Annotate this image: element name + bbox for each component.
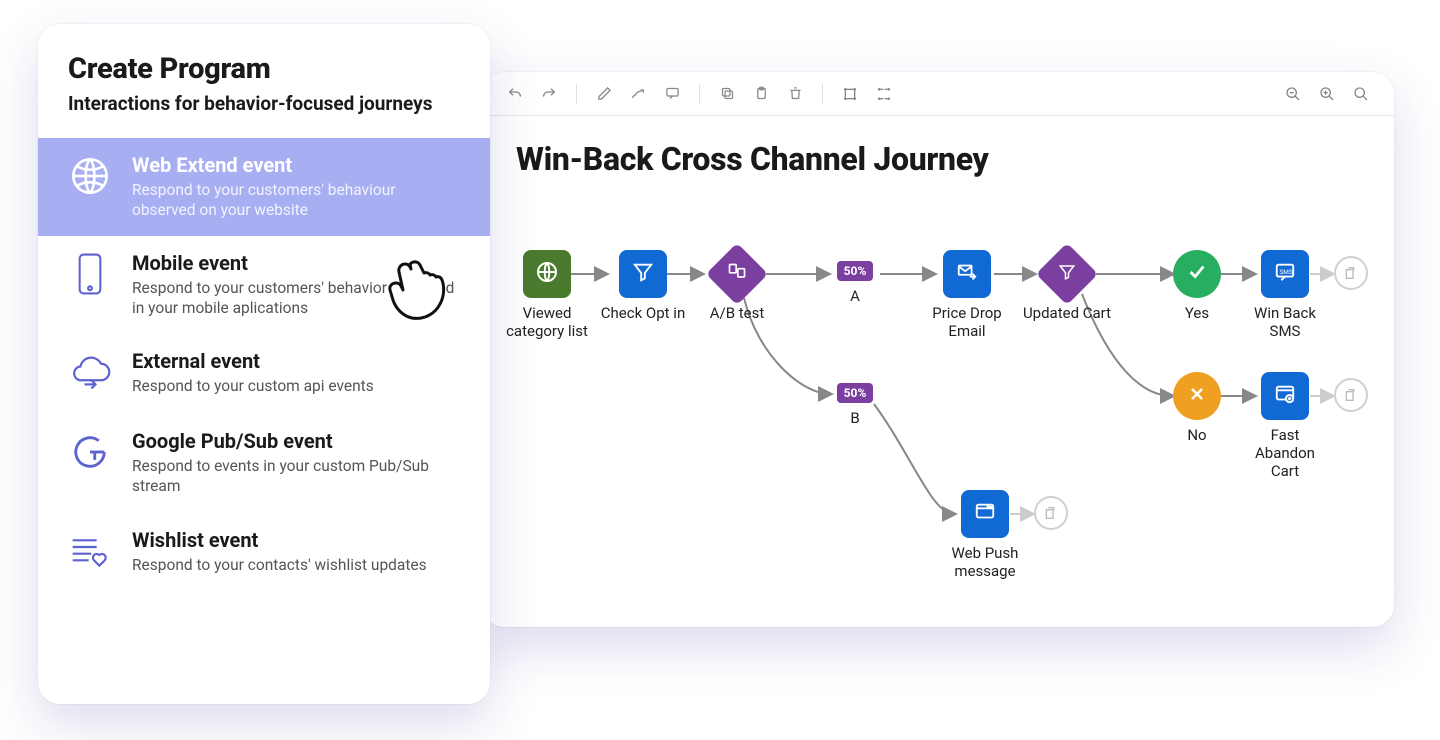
event-option-wishlist[interactable]: Wishlist event Respond to your contacts'… xyxy=(38,513,490,593)
ungroup-button[interactable] xyxy=(869,79,899,109)
option-title: External event xyxy=(132,350,374,373)
event-type-list: Web Extend event Respond to your custome… xyxy=(38,138,490,593)
group-button[interactable] xyxy=(835,79,865,109)
node-viewed-category[interactable]: Viewed category list xyxy=(502,250,592,340)
canvas-toolbar xyxy=(482,72,1394,116)
globe-icon xyxy=(535,260,559,288)
google-icon xyxy=(71,433,109,475)
node-win-back-sms[interactable]: SMS Win Back SMS xyxy=(1240,250,1330,340)
redo-button[interactable] xyxy=(534,79,564,109)
node-label: A xyxy=(810,287,900,305)
close-icon xyxy=(1187,384,1207,408)
node-label: Fast Abandon Cart xyxy=(1240,426,1330,480)
panel-title: Create Program xyxy=(68,52,460,86)
zoom-reset-button[interactable] xyxy=(1346,79,1376,109)
funnel-icon xyxy=(1058,263,1076,285)
cursor-hand-icon xyxy=(380,252,470,336)
node-ab-test[interactable]: A/B test xyxy=(692,250,782,322)
wishlist-icon xyxy=(70,534,110,572)
node-web-push[interactable]: Web Push message xyxy=(940,490,1030,580)
placeholder-icon xyxy=(1334,256,1368,290)
zoom-in-button[interactable] xyxy=(1312,79,1342,109)
mobile-icon xyxy=(73,252,107,300)
node-label: Win Back SMS xyxy=(1240,304,1330,340)
node-no[interactable]: No xyxy=(1152,372,1242,444)
placeholder-icon xyxy=(1334,378,1368,412)
node-label: No xyxy=(1152,426,1242,444)
event-option-google-pubsub[interactable]: Google Pub/Sub event Respond to events i… xyxy=(38,414,490,512)
web-add-icon xyxy=(1274,383,1296,409)
comment-button[interactable] xyxy=(657,79,687,109)
node-label: Check Opt in xyxy=(598,304,688,322)
sms-icon: SMS xyxy=(1274,261,1296,287)
panel-subtitle: Interactions for behavior-focused journe… xyxy=(68,92,460,116)
cloud-icon xyxy=(68,355,112,393)
undo-button[interactable] xyxy=(500,79,530,109)
funnel-icon xyxy=(632,261,654,287)
placeholder-node[interactable] xyxy=(1034,496,1068,530)
node-label: B xyxy=(810,409,900,427)
placeholder-node[interactable] xyxy=(1334,256,1368,290)
svg-text:SMS: SMS xyxy=(1280,268,1293,276)
node-branch-a[interactable]: 50% A xyxy=(810,260,900,305)
canvas-title: Win-Back Cross Channel Journey xyxy=(482,116,1394,186)
node-label: Yes xyxy=(1152,304,1242,322)
option-title: Web Extend event xyxy=(132,154,462,177)
option-desc: Respond to your custom api events xyxy=(132,376,374,396)
journey-canvas-panel: Win-Back Cross Channel Journey xyxy=(482,72,1394,627)
check-icon xyxy=(1186,261,1208,287)
option-desc: Respond to your contacts' wishlist updat… xyxy=(132,555,427,575)
ab-test-icon xyxy=(727,262,747,286)
paste-button[interactable] xyxy=(746,79,776,109)
create-program-panel: Create Program Interactions for behavior… xyxy=(38,24,490,704)
node-yes[interactable]: Yes xyxy=(1152,250,1242,322)
option-title: Google Pub/Sub event xyxy=(132,430,462,453)
node-label: A/B test xyxy=(692,304,782,322)
option-title: Wishlist event xyxy=(132,529,427,552)
edit-button[interactable] xyxy=(589,79,619,109)
zoom-out-button[interactable] xyxy=(1278,79,1308,109)
placeholder-node[interactable] xyxy=(1334,378,1368,412)
mail-icon xyxy=(956,261,978,287)
percent-badge: 50% xyxy=(837,261,874,281)
percent-badge: 50% xyxy=(837,383,874,403)
option-desc: Respond to your customers' behaviour obs… xyxy=(132,180,462,220)
node-label: Updated Cart xyxy=(1022,304,1112,322)
globe-icon xyxy=(70,156,110,200)
node-check-opt-in[interactable]: Check Opt in xyxy=(598,250,688,322)
node-label: Price Drop Email xyxy=(922,304,1012,340)
event-option-web-extend[interactable]: Web Extend event Respond to your custome… xyxy=(38,138,490,236)
web-push-icon xyxy=(974,501,996,527)
node-updated-cart[interactable]: Updated Cart xyxy=(1022,250,1112,322)
flow-diagram[interactable]: Viewed category list Check Opt in A/B te… xyxy=(482,186,1394,616)
node-label: Web Push message xyxy=(940,544,1030,580)
delete-button[interactable] xyxy=(780,79,810,109)
event-option-external[interactable]: External event Respond to your custom ap… xyxy=(38,334,490,414)
node-branch-b[interactable]: 50% B xyxy=(810,382,900,427)
placeholder-icon xyxy=(1034,496,1068,530)
copy-button[interactable] xyxy=(712,79,742,109)
node-fast-abandon-cart[interactable]: Fast Abandon Cart xyxy=(1240,372,1330,480)
option-desc: Respond to events in your custom Pub/Sub… xyxy=(132,456,462,496)
connect-button[interactable] xyxy=(623,79,653,109)
node-label: Viewed category list xyxy=(502,304,592,340)
node-price-drop-email[interactable]: Price Drop Email xyxy=(922,250,1012,340)
